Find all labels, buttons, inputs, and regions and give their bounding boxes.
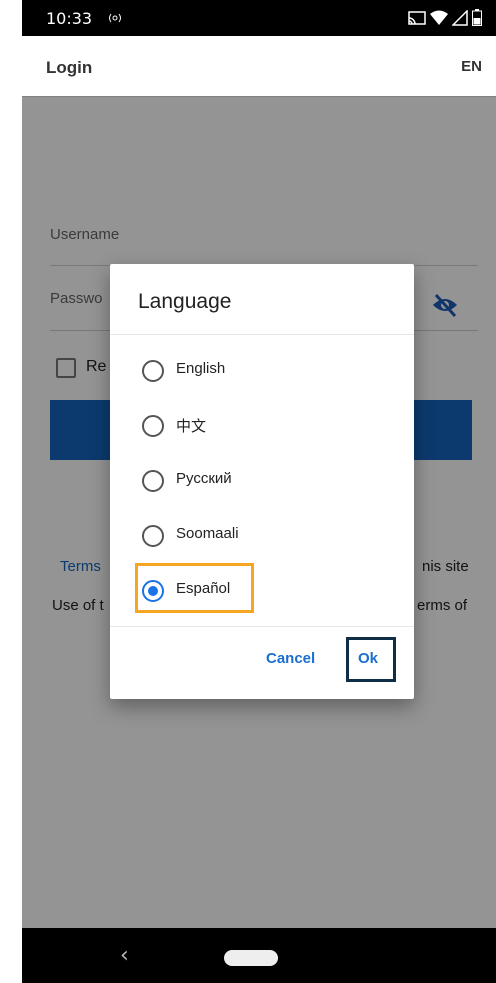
back-icon[interactable]: ‹ <box>120 943 129 968</box>
nfc-icon <box>108 11 122 23</box>
language-option-somali[interactable]: Soomaali <box>142 521 362 549</box>
dialog-divider-bottom <box>110 626 414 627</box>
option-label: Soomaali <box>176 525 239 542</box>
language-switch-button[interactable]: EN <box>461 58 482 75</box>
app-bar: Login EN <box>22 36 496 97</box>
radio-spanish[interactable] <box>142 580 164 602</box>
status-bar: 10:33 <box>22 0 496 36</box>
language-option-russian[interactable]: Русский <box>142 466 362 494</box>
language-option-english[interactable]: English <box>142 356 362 384</box>
dialog-title: Language <box>138 290 232 313</box>
option-label: Русский <box>176 470 232 487</box>
navigation-bar: ‹ <box>22 928 496 983</box>
phone-screen: 10:33 Login EN Username Passwo Re Terms … <box>22 0 496 983</box>
battery-icon <box>472 9 482 31</box>
ok-button[interactable]: Ok <box>358 650 378 667</box>
status-time: 10:33 <box>46 9 93 28</box>
radio-russian[interactable] <box>142 470 164 492</box>
home-pill-icon[interactable] <box>224 950 278 966</box>
dialog-divider-top <box>110 334 414 335</box>
radio-somali[interactable] <box>142 525 164 547</box>
system-icons <box>408 8 482 31</box>
radio-english[interactable] <box>142 360 164 382</box>
option-label: 中文 <box>176 418 207 435</box>
option-label: Español <box>176 580 231 597</box>
cast-icon <box>408 10 426 31</box>
wifi-icon <box>430 10 448 31</box>
radio-chinese[interactable] <box>142 415 164 437</box>
language-dialog: Language English 中文 Русский Soomaali Esp… <box>110 264 414 699</box>
option-label: English <box>176 360 226 377</box>
page-title: Login <box>46 58 93 77</box>
cancel-button[interactable]: Cancel <box>266 650 315 667</box>
language-option-spanish[interactable]: Español <box>142 576 362 604</box>
language-option-chinese[interactable]: 中文 <box>142 411 362 439</box>
signal-icon <box>451 8 468 31</box>
